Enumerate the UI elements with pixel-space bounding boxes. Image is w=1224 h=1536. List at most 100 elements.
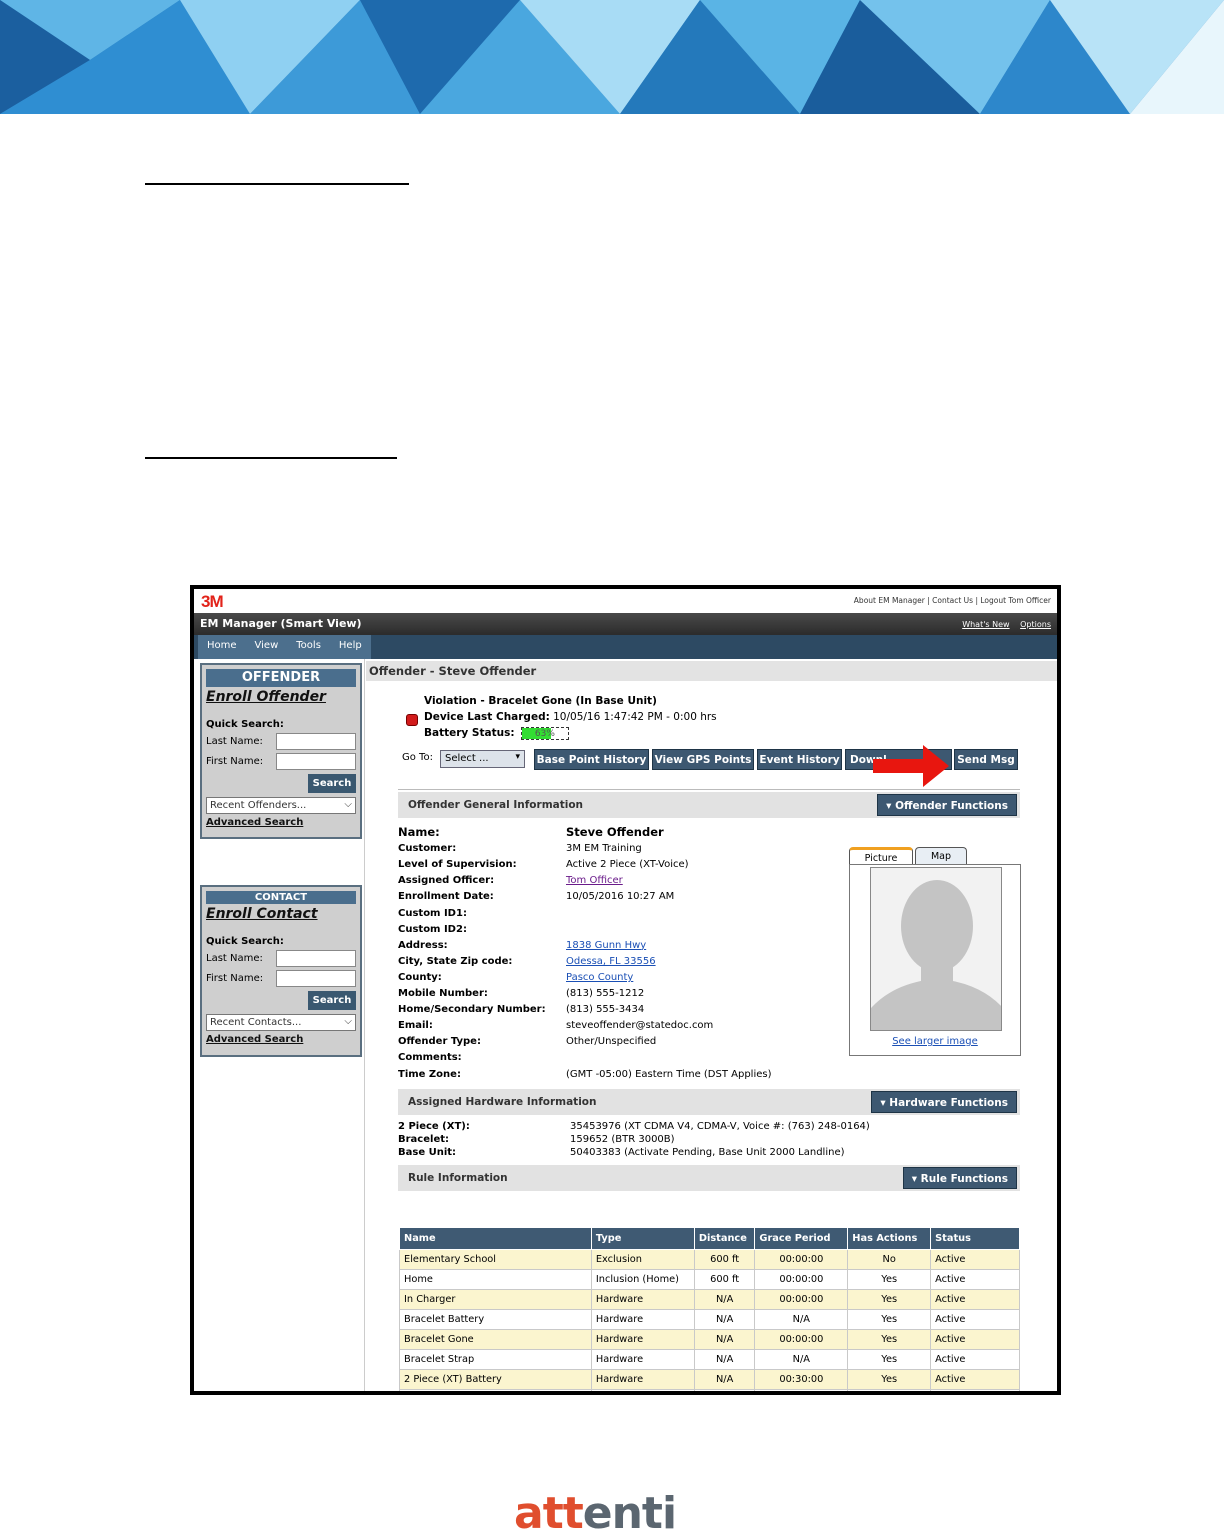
info-link[interactable]: Tom Officer (566, 875, 623, 886)
column-header[interactable]: Distance (693, 1227, 756, 1250)
view-gps-points-button[interactable]: View GPS Points (652, 749, 754, 770)
info-label: Custom ID2: (398, 923, 467, 935)
event-history-button[interactable]: Event History (757, 749, 842, 770)
table-row[interactable]: 2 Piece (XT) Motion No GPSHardwareN/A00:… (399, 1389, 1020, 1391)
recent-offenders-select[interactable]: Recent Offenders... ⌵ (206, 797, 356, 814)
table-cell: Hardware (590, 1349, 695, 1370)
column-header[interactable]: Has Actions (847, 1227, 932, 1250)
chevron-down-icon: ⌵ (344, 799, 352, 810)
table-cell: 00:10:00 (754, 1389, 849, 1391)
contact-panel-header: CONTACT (206, 891, 356, 904)
table-cell: Active (930, 1349, 1020, 1370)
hardware-value: 159652 (BTR 3000B) (570, 1134, 675, 1145)
column-header[interactable]: Status (930, 1227, 1020, 1250)
contact-advanced-search-link[interactable]: Advanced Search (206, 1034, 356, 1045)
recent-contacts-select[interactable]: Recent Contacts... ⌵ (206, 1014, 356, 1031)
header-banner (0, 0, 1224, 114)
rule-functions-button[interactable]: ▾ Rule Functions (902, 1167, 1017, 1189)
menu-tools[interactable]: Tools (287, 635, 330, 659)
menu-view[interactable]: View (246, 635, 288, 659)
chevron-down-icon: ▾ (515, 752, 520, 762)
info-label: County: (398, 971, 442, 983)
table-cell: Inclusion (Home) (590, 1269, 695, 1290)
table-cell: Active (930, 1369, 1020, 1390)
table-row[interactable]: Bracelet Strap Hardware N/A N/A Yes Active (399, 1349, 1020, 1370)
table-row[interactable]: In Charger Hardware N/A 00:00:00 Yes Active (399, 1289, 1020, 1310)
offender-advanced-search-link[interactable]: Advanced Search (206, 817, 356, 828)
table-cell: 00:00:00 (754, 1329, 849, 1350)
goto-label: Go To: (402, 752, 433, 763)
table-row[interactable]: Elementary School Exclusion 600 ft 00:00:00… (399, 1249, 1020, 1270)
info-value: Other/Unspecified (566, 1036, 657, 1048)
general-info-title: Offender General Information (408, 799, 584, 811)
goto-select[interactable]: Select ... ▾ (440, 750, 525, 768)
table-row[interactable]: Bracelet Battery Hardware N/A N/A Yes Active (399, 1309, 1020, 1330)
offender-search-button[interactable]: Search (308, 774, 356, 793)
recent-contacts-value: Recent Contacts... (210, 1017, 302, 1028)
contact-search-button[interactable]: Search (308, 991, 356, 1010)
violation-text: Violation - Bracelet Gone (In Base Unit) (424, 695, 657, 707)
table-row[interactable]: Bracelet Gone Hardware N/A 00:00:00 Yes Activ… (399, 1329, 1020, 1350)
recent-offenders-value: Recent Offenders... (210, 800, 307, 811)
info-link[interactable]: Pasco County (566, 972, 633, 983)
info-value: (813) 555-3434 (566, 1004, 645, 1016)
table-cell: N/A (693, 1309, 756, 1330)
table-cell: Active (930, 1289, 1020, 1310)
whats-new-link[interactable]: What's New (962, 620, 1009, 629)
enroll-contact-link[interactable]: Enroll Contact (206, 906, 356, 922)
picture-panel: See larger image (849, 864, 1021, 1056)
top-links[interactable]: About EM Manager | Contact Us | Logout T… (854, 596, 1051, 605)
menu-help[interactable]: Help (330, 635, 371, 659)
info-link[interactable]: Odessa, FL 33556 (566, 956, 656, 967)
offender-first-name-input[interactable] (276, 753, 356, 770)
table-cell: Hardware (590, 1389, 695, 1391)
table-cell: Active (930, 1309, 1020, 1330)
contact-first-name-input[interactable] (276, 970, 356, 987)
info-label: Customer: (398, 843, 457, 855)
goto-select-value: Select ... (445, 753, 489, 764)
hardware-functions-button[interactable]: ▾ Hardware Functions (871, 1091, 1017, 1113)
table-row[interactable]: 2 Piece (XT) Battery Hardware N/A 00:30:00 Y… (399, 1369, 1020, 1390)
table-cell: Bracelet Battery (399, 1309, 592, 1330)
table-cell: N/A (693, 1349, 756, 1370)
offender-last-name-input[interactable] (276, 733, 356, 750)
offender-functions-button[interactable]: ▾ Offender Functions (877, 794, 1017, 816)
table-cell: Active (930, 1249, 1020, 1270)
enroll-offender-link[interactable]: Enroll Offender (206, 689, 356, 705)
document-page: 3M About EM Manager | Contact Us | Logou… (0, 0, 1224, 1536)
battery-status-label: Battery Status: (424, 727, 515, 739)
info-label: Assigned Officer: (398, 875, 495, 887)
table-cell: No (847, 1249, 932, 1270)
column-header[interactable]: Name (399, 1227, 592, 1250)
table-cell: N/A (754, 1309, 849, 1330)
send-msg-button[interactable]: Send Msg (954, 749, 1018, 770)
column-header[interactable]: Type (590, 1227, 695, 1250)
table-cell: 00:30:00 (754, 1369, 849, 1390)
offender-panel: OFFENDER Enroll Offender Quick Search: L… (200, 663, 362, 839)
rules-table: Name Type Distance Grace Period Has Actions S… (399, 1227, 1020, 1391)
info-link[interactable]: 1838 Gunn Hwy (566, 940, 646, 951)
contact-last-name-input[interactable] (276, 950, 356, 967)
column-header[interactable]: Grace Period (754, 1227, 849, 1250)
hardware-value: 35453976 (XT CDMA V4, CDMA-V, Voice #: (… (570, 1121, 870, 1132)
table-cell: Hardware (590, 1329, 695, 1350)
options-link[interactable]: Options (1020, 620, 1051, 629)
info-label: Time Zone: (398, 1068, 461, 1080)
table-cell: N/A (693, 1289, 756, 1310)
app-title-bar: EM Manager (Smart View) What's New Optio… (194, 613, 1057, 635)
base-point-history-button[interactable]: Base Point History (534, 749, 649, 770)
table-row[interactable]: Home Inclusion (Home) 600 ft 00:00:00 Yes Act… (399, 1269, 1020, 1290)
hardware-label: Base Unit: (398, 1147, 457, 1158)
table-cell: Active (930, 1269, 1020, 1290)
device-charged-label: Device Last Charged: (424, 711, 550, 723)
menu-home[interactable]: Home (198, 635, 246, 659)
table-cell: 00:00:00 (754, 1249, 849, 1270)
quick-search-label: Quick Search: (206, 719, 284, 730)
table-cell: Elementary School (399, 1249, 592, 1270)
attenti-logo: attenti (514, 1488, 677, 1536)
info-label: City, State Zip code: (398, 955, 513, 967)
hardware-label: Bracelet: (398, 1134, 450, 1145)
info-value: 10/05/2016 10:27 AM (566, 891, 675, 903)
rule-info-header: Rule Information ▾ Rule Functions (398, 1165, 1020, 1191)
see-larger-image-link[interactable]: See larger image (850, 1036, 1020, 1047)
